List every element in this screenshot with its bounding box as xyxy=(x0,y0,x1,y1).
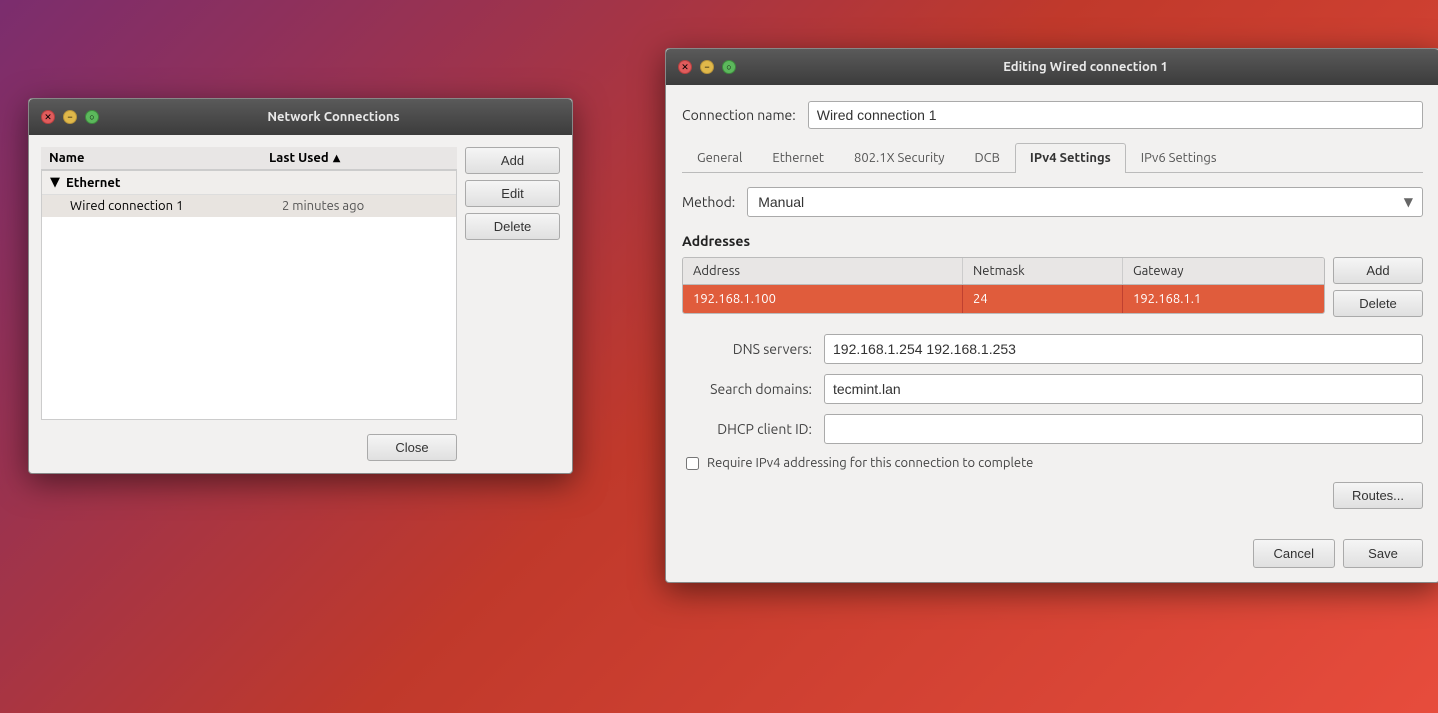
save-button[interactable]: Save xyxy=(1343,539,1423,568)
dhcp-label: DHCP client ID: xyxy=(682,421,812,437)
nc-item-name: Wired connection 1 xyxy=(70,199,282,213)
tab-dcb[interactable]: DCB xyxy=(960,143,1015,172)
addr-add-button[interactable]: Add xyxy=(1333,257,1423,284)
dhcp-row: DHCP client ID: xyxy=(682,414,1423,444)
dhcp-input[interactable] xyxy=(824,414,1423,444)
nc-table-header: Name Last Used ▲ xyxy=(41,147,457,170)
routes-button[interactable]: Routes... xyxy=(1333,482,1423,509)
search-domains-row: Search domains: xyxy=(682,374,1423,404)
sort-arrow-icon: ▲ xyxy=(333,152,341,164)
tabs-bar: General Ethernet 802.1X Security DCB IPv… xyxy=(682,143,1423,173)
connection-name-row: Connection name: xyxy=(682,101,1423,129)
nc-close-action-button[interactable]: Close xyxy=(367,434,457,461)
nc-col-name: Name xyxy=(49,151,269,165)
addr-cell-gateway: 192.168.1.1 xyxy=(1123,285,1324,313)
method-label: Method: xyxy=(682,194,735,210)
tab-8021x-security[interactable]: 802.1X Security xyxy=(839,143,959,172)
col-gateway: Gateway xyxy=(1123,258,1324,284)
dns-label: DNS servers: xyxy=(682,341,812,357)
addresses-section: Addresses Address Netmask Gateway 192.16… xyxy=(682,233,1423,320)
addr-section-row: Address Netmask Gateway 192.168.1.100 24… xyxy=(682,257,1423,320)
edit-window-title: Editing Wired connection 1 xyxy=(744,60,1427,74)
addr-delete-button[interactable]: Delete xyxy=(1333,290,1423,317)
cancel-button[interactable]: Cancel xyxy=(1253,539,1335,568)
method-row: Method: Manual Automatic (DHCP) Link-Loc… xyxy=(682,187,1423,217)
nc-item-lastused: 2 minutes ago xyxy=(282,199,448,213)
tab-general[interactable]: General xyxy=(682,143,757,172)
addr-table-header: Address Netmask Gateway xyxy=(683,258,1324,285)
addresses-title: Addresses xyxy=(682,233,1423,249)
dns-servers-row: DNS servers: xyxy=(682,334,1423,364)
nc-maximize-button[interactable]: ○ xyxy=(85,110,99,124)
nc-minimize-button[interactable]: − xyxy=(63,110,77,124)
nc-col-lastused: Last Used ▲ xyxy=(269,151,449,165)
method-select-wrapper: Manual Automatic (DHCP) Link-Local Only … xyxy=(747,187,1423,217)
addr-buttons: Add Delete xyxy=(1333,257,1423,317)
conn-name-label: Connection name: xyxy=(682,107,796,123)
nc-edit-button[interactable]: Edit xyxy=(465,180,560,207)
col-netmask: Netmask xyxy=(963,258,1123,284)
addr-row[interactable]: 192.168.1.100 24 192.168.1.1 xyxy=(683,285,1324,313)
search-label: Search domains: xyxy=(682,381,812,397)
nc-connection-item[interactable]: Wired connection 1 2 minutes ago xyxy=(42,194,456,217)
nc-add-button[interactable]: Add xyxy=(465,147,560,174)
edit-minimize-button[interactable]: − xyxy=(700,60,714,74)
nc-window-title: Network Connections xyxy=(107,110,560,124)
group-label: Ethernet xyxy=(66,176,120,190)
nc-delete-button[interactable]: Delete xyxy=(465,213,560,240)
edit-close-button[interactable]: ✕ xyxy=(678,60,692,74)
method-select[interactable]: Manual Automatic (DHCP) Link-Local Only … xyxy=(747,187,1423,217)
edit-maximize-button[interactable]: ○ xyxy=(722,60,736,74)
addr-cell-netmask: 24 xyxy=(963,285,1123,313)
edit-titlebar: ✕ − ○ Editing Wired connection 1 xyxy=(666,49,1438,85)
routes-row: Routes... xyxy=(682,482,1423,509)
nc-titlebar: ✕ − ○ Network Connections xyxy=(29,99,572,135)
addr-table: Address Netmask Gateway 192.168.1.100 24… xyxy=(682,257,1325,314)
edit-bottom-bar: Cancel Save xyxy=(666,529,1438,582)
group-arrow-icon: ▼ xyxy=(50,175,60,190)
network-connections-window: ✕ − ○ Network Connections Name Last Used… xyxy=(28,98,573,474)
require-ipv4-checkbox[interactable] xyxy=(686,457,699,470)
col-address: Address xyxy=(683,258,963,284)
nc-connection-list: ▼ Ethernet Wired connection 1 2 minutes … xyxy=(41,170,457,420)
require-ipv4-row: Require IPv4 addressing for this connect… xyxy=(682,456,1423,470)
tab-ipv4-settings[interactable]: IPv4 Settings xyxy=(1015,143,1126,173)
nc-close-button[interactable]: ✕ xyxy=(41,110,55,124)
tab-ethernet[interactable]: Ethernet xyxy=(757,143,839,172)
dns-input[interactable] xyxy=(824,334,1423,364)
addr-cell-address: 192.168.1.100 xyxy=(683,285,963,313)
nc-group-ethernet: ▼ Ethernet xyxy=(42,171,456,194)
conn-name-input[interactable] xyxy=(808,101,1423,129)
require-ipv4-label: Require IPv4 addressing for this connect… xyxy=(707,456,1033,470)
search-input[interactable] xyxy=(824,374,1423,404)
tab-ipv6-settings[interactable]: IPv6 Settings xyxy=(1126,143,1232,172)
edit-connection-window: ✕ − ○ Editing Wired connection 1 Connect… xyxy=(665,48,1438,583)
